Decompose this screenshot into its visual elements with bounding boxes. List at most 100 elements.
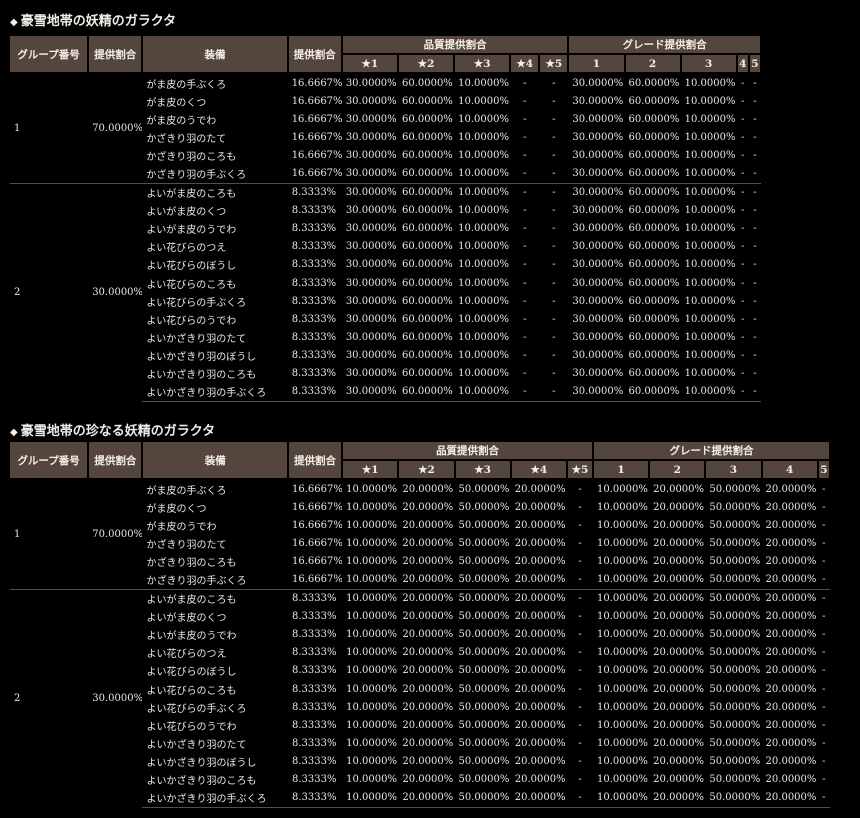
quality-rate-2: 20.0000%: [402, 629, 454, 641]
quality-rate-5: -: [552, 349, 556, 361]
grade-rate-2: 60.0000%: [628, 77, 680, 89]
grade-rate-2: 60.0000%: [624, 382, 681, 402]
grade-rate-1: 30.0000%: [572, 205, 624, 217]
group-rate: 30.0000%: [88, 588, 143, 808]
item-rate: 8.3333%: [291, 241, 337, 253]
quality-rate-4: -: [523, 277, 527, 289]
quality-rate-1: 10.0000%: [346, 537, 398, 549]
quality-rate-1: 30.0000%: [345, 223, 397, 235]
grade-rate-3: 10.0000%: [684, 113, 736, 125]
quality-rate-2: 60.0000%: [401, 205, 453, 217]
quality-rate-2: 60.0000%: [401, 259, 453, 271]
grade-rate-5: -: [822, 774, 826, 786]
equipment-name: よいかざきり羽のぼうし: [146, 757, 257, 769]
grade-rate-2: 20.0000%: [653, 755, 705, 767]
equipment-name: かざきり羽のたて: [146, 133, 227, 145]
equipment-name: よいかざきり羽の手ぶくろ: [142, 788, 288, 808]
quality-rate-3: 10.0000%: [458, 223, 509, 235]
grade-rate-4: -: [741, 223, 745, 235]
quality-rate-1: 30.0000%: [345, 259, 397, 271]
quality-rate-5: -: [578, 574, 582, 586]
quality-rate-2: 20.0000%: [402, 519, 454, 531]
item-rate: 8.3333%: [287, 182, 342, 202]
quality-rate-4: 20.0000%: [510, 588, 567, 608]
grade-rate-2: 20.0000%: [649, 588, 706, 608]
quality-rate-3: 10.0000%: [458, 349, 509, 361]
header-star-3: ★3: [454, 460, 512, 480]
grade-rate-5: -: [822, 647, 826, 659]
grade-rate-5: -: [753, 331, 757, 343]
grade-rate-1: 10.0000%: [596, 629, 648, 641]
grade-rate-3: 50.0000%: [705, 588, 762, 608]
grade-rate-2: 20.0000%: [653, 519, 705, 531]
grade-rate-4: 20.0000%: [765, 755, 817, 767]
quality-rate-1: 10.0000%: [342, 588, 399, 608]
quality-rate-1: 30.0000%: [345, 95, 397, 107]
header-grade-5: 5: [748, 54, 763, 74]
quality-rate-5: -: [552, 168, 556, 180]
header-row: グループ番号 提供割合 装備 提供割合 品質提供割合 グレード提供割合: [10, 36, 762, 74]
quality-rate-3: 10.0000%: [458, 295, 509, 307]
quality-rate-4: -: [523, 168, 527, 180]
equipment-name: よいがま皮のころも: [142, 588, 288, 608]
quality-rate-4: 20.0000%: [514, 683, 566, 695]
quality-rate-1: 30.0000%: [345, 77, 397, 89]
grade-rate-5: -: [817, 588, 830, 608]
item-rate: 16.6667%: [291, 519, 343, 531]
grade-rate-1: 30.0000%: [572, 95, 624, 107]
grade-rate-1: 10.0000%: [596, 665, 648, 677]
group-number: 1: [14, 528, 21, 540]
quality-rate-5: -: [539, 382, 569, 402]
grade-rate-1: 10.0000%: [596, 501, 648, 513]
quality-rate-3: 10.0000%: [458, 205, 509, 217]
quality-rate-3: 10.0000%: [458, 277, 509, 289]
grade-rate-4: -: [741, 277, 745, 289]
grade-rate-4: 20.0000%: [765, 519, 817, 531]
grade-rate-2: 60.0000%: [628, 259, 680, 271]
grade-rate-1: 10.0000%: [596, 737, 648, 749]
quality-rate-2: 60.0000%: [401, 241, 453, 253]
quality-rate-5: -: [578, 555, 582, 567]
grade-rate-1: 10.0000%: [596, 701, 648, 713]
grade-rate-5: -: [822, 719, 826, 731]
table-row: 2 30.0000% よいがま皮のころも 8.3333% 10.0000% 20.0000…: [10, 588, 830, 808]
header-grade-3: 3: [705, 460, 763, 480]
grade-rate-5: -: [753, 295, 757, 307]
item-rate: 8.3333%: [291, 774, 337, 786]
equipment-name: よいかざきり羽のぼうし: [146, 351, 257, 363]
quality-rate-1: 30.0000%: [345, 149, 397, 161]
rate-table: グループ番号 提供割合 装備 提供割合 品質提供割合 グレード提供割合 ★1 ★2 ★3 ★4 ★5…: [10, 36, 763, 402]
grade-rate-5: -: [753, 313, 757, 325]
grade-rate-1: 10.0000%: [596, 574, 648, 586]
grade-rate-5: -: [753, 95, 757, 107]
item-rate: 8.3333%: [291, 277, 337, 289]
quality-rate-3: 10.0000%: [458, 149, 509, 161]
header-equipment: 装備: [142, 442, 289, 480]
grade-rate-3: 50.0000%: [709, 737, 761, 749]
quality-rate-2: 60.0000%: [397, 382, 455, 402]
quality-rate-2: 20.0000%: [402, 665, 454, 677]
quality-rate-4: -: [523, 368, 527, 380]
grade-rate-3: 50.0000%: [709, 501, 761, 513]
equipment-name: よい花びらのぼうし: [146, 667, 237, 679]
equipment-name: かざきり羽のころも: [146, 151, 237, 163]
quality-rate-2: 20.0000%: [402, 737, 454, 749]
header-grade-1: 1: [592, 460, 651, 480]
grade-rate-3: 50.0000%: [709, 555, 761, 567]
header-grade-rate: グレード提供割合: [592, 442, 832, 461]
grade-rate-3: 50.0000%: [709, 755, 761, 767]
quality-rate-4: 20.0000%: [514, 501, 566, 513]
grade-rate-4: 20.0000%: [765, 483, 817, 495]
quality-rate-3: 50.0000%: [458, 737, 510, 749]
quality-rate-5: -: [578, 737, 582, 749]
header-row: グループ番号 提供割合 装備 提供割合 品質提供割合 グレード提供割合: [10, 442, 832, 480]
quality-rate-3: 50.0000%: [458, 719, 510, 731]
grade-rate-5: -: [822, 519, 826, 531]
grade-rate-2: 60.0000%: [628, 95, 680, 107]
quality-rate-1: 10.0000%: [346, 774, 398, 786]
grade-rate-1: 10.0000%: [596, 611, 648, 623]
group-number: 1: [14, 122, 21, 134]
grade-rate-3: 50.0000%: [709, 483, 761, 495]
item-rate: 8.3333%: [291, 665, 337, 677]
grade-rate-1: 30.0000%: [572, 295, 624, 307]
